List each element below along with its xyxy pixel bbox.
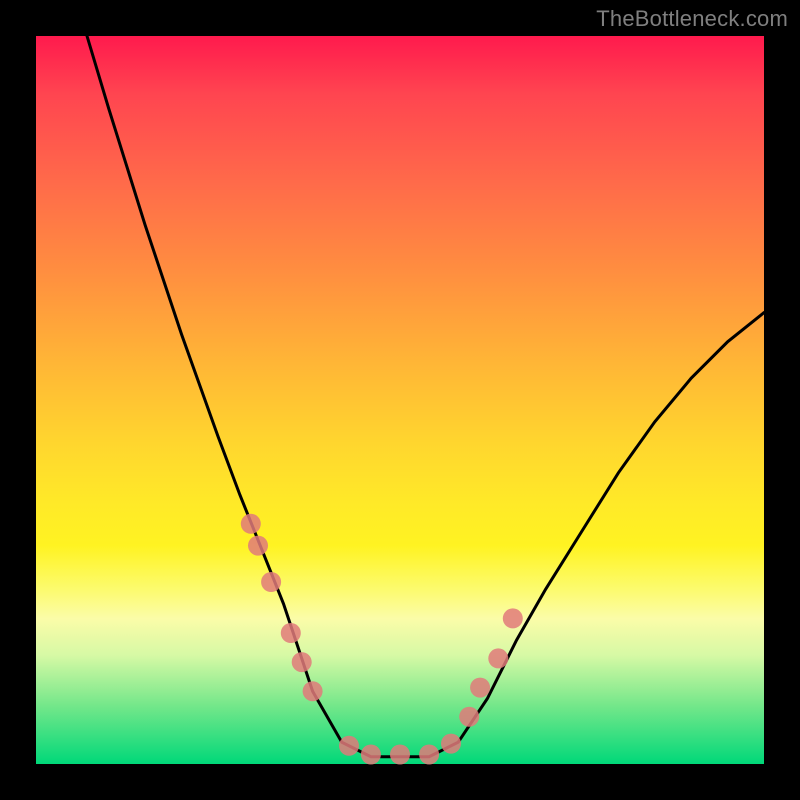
highlight-dot: [470, 678, 490, 698]
chart-frame: TheBottleneck.com: [0, 0, 800, 800]
curve-layer: [36, 36, 764, 764]
highlight-dot: [292, 652, 312, 672]
gradient-plot-area: [36, 36, 764, 764]
highlight-dot: [303, 681, 323, 701]
highlight-dot: [361, 745, 381, 765]
highlight-dot: [419, 745, 439, 765]
highlight-dot: [281, 623, 301, 643]
highlight-dot: [339, 736, 359, 756]
highlight-dots: [241, 514, 523, 765]
highlight-dot: [261, 572, 281, 592]
highlight-dot: [248, 536, 268, 556]
highlight-dot: [241, 514, 261, 534]
highlight-dot: [488, 648, 508, 668]
watermark-text: TheBottleneck.com: [596, 6, 788, 32]
highlight-dot: [441, 734, 461, 754]
bottleneck-curve: [87, 36, 764, 757]
highlight-dot: [390, 745, 410, 765]
highlight-dot: [503, 608, 523, 628]
highlight-dot: [459, 707, 479, 727]
